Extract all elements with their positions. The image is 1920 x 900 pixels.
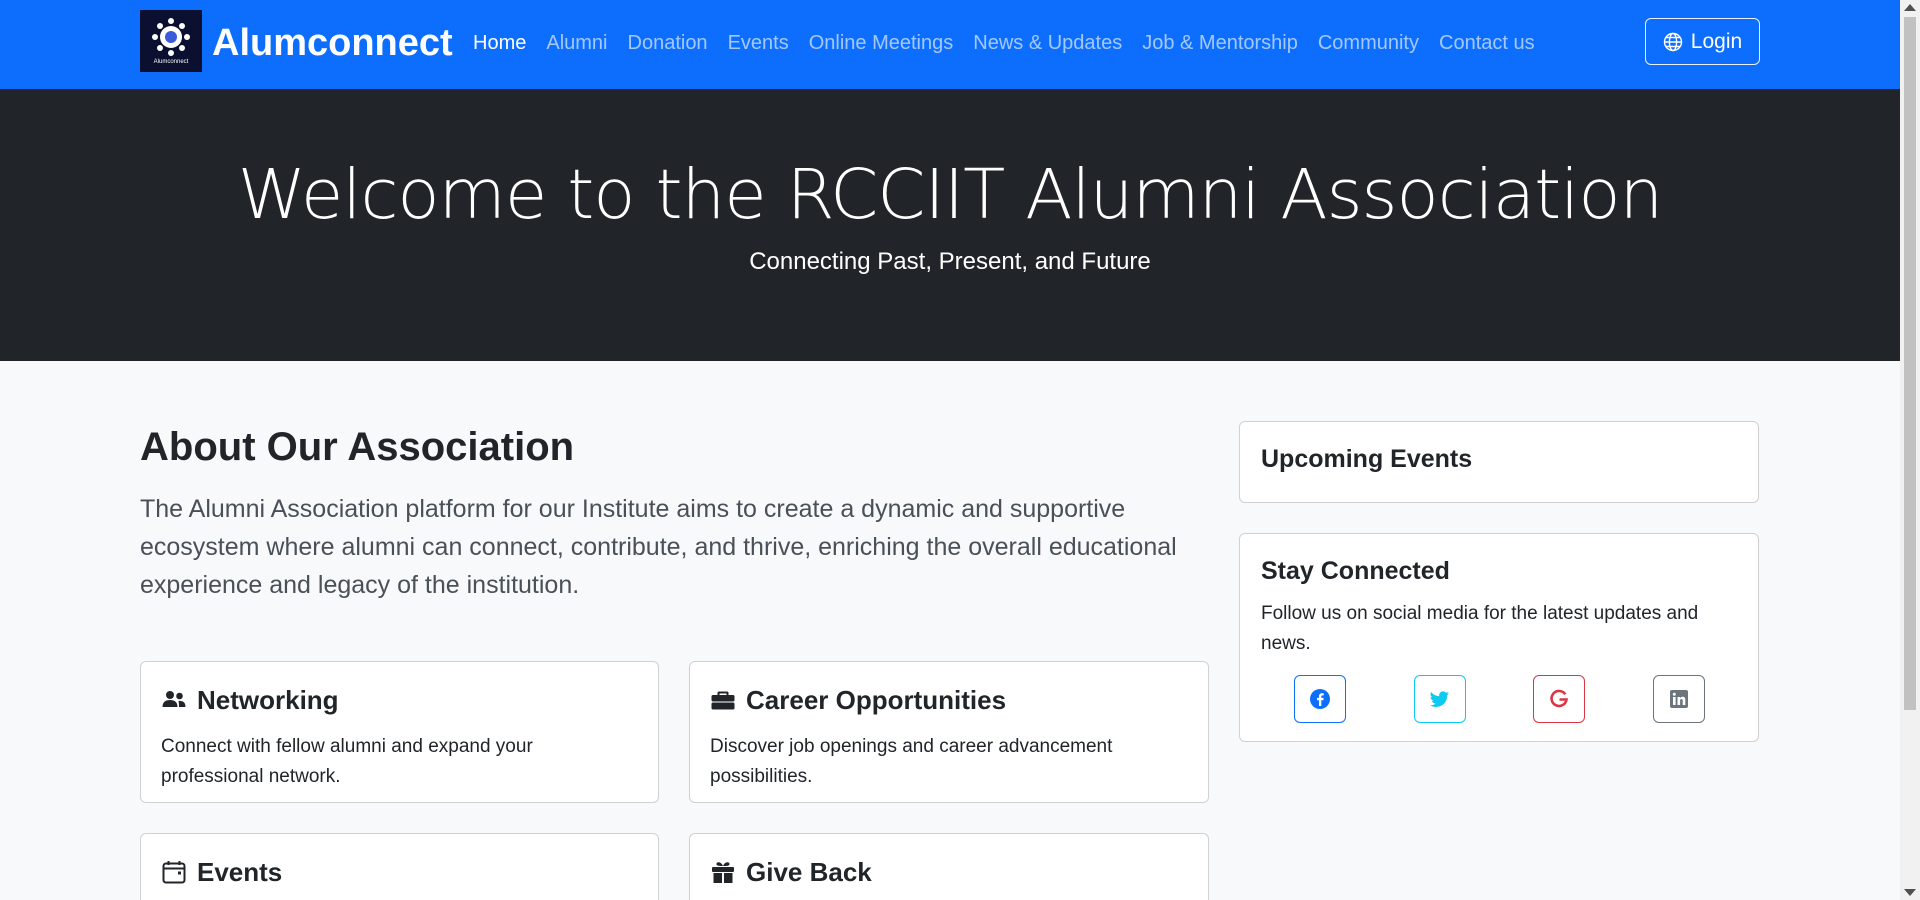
navbar: Alumconnect Alumconnect Home Alumni Dona… (0, 0, 1900, 89)
feature-card-events: Events (140, 833, 659, 900)
page-scrollbar[interactable] (1900, 0, 1920, 900)
login-label: Login (1690, 29, 1743, 53)
google-button[interactable] (1533, 675, 1585, 723)
feature-text: Connect with fellow alumni and expand yo… (161, 736, 533, 787)
nav-link-contact-us[interactable]: Contact us (1439, 28, 1535, 58)
feature-title: Give Back (746, 857, 872, 887)
linkedin-button[interactable] (1653, 675, 1705, 723)
about-text: The Alumni Association platform for our … (140, 495, 1177, 599)
nav-links: Home Alumni Donation Events Online Meeti… (473, 28, 1535, 58)
hero-title: Welcome to the RCCIIT Alumni Association (237, 155, 1664, 235)
logo-text: Alumconnect (153, 59, 189, 65)
google-icon (1550, 689, 1568, 708)
twitter-icon (1430, 691, 1449, 707)
nav-link-news-updates[interactable]: News & Updates (973, 28, 1122, 58)
scroll-down-arrow-icon[interactable] (1904, 889, 1916, 896)
hero-subtitle: Connecting Past, Present, and Future (749, 248, 1151, 275)
linkedin-icon (1670, 690, 1688, 708)
feature-card-networking: Networking Connect with fellow alumni an… (140, 661, 659, 803)
feature-card-career: Career Opportunities Discover job openin… (689, 661, 1209, 803)
people-icon (162, 691, 186, 707)
nav-link-job-mentorship[interactable]: Job & Mentorship (1142, 28, 1298, 58)
login-button[interactable]: Login (1645, 18, 1760, 65)
stay-connected-text: Follow us on social media for the latest… (1261, 603, 1699, 654)
stay-connected-card: Stay Connected Follow us on social media… (1239, 533, 1759, 742)
feature-title: Career Opportunities (746, 685, 1007, 715)
scroll-up-arrow-icon[interactable] (1904, 4, 1916, 11)
feature-card-give-back: Give Back (689, 833, 1209, 900)
brand-logo[interactable]: Alumconnect (140, 10, 202, 72)
facebook-icon (1310, 689, 1330, 709)
nav-link-community[interactable]: Community (1318, 28, 1419, 58)
nav-link-events[interactable]: Events (728, 28, 789, 58)
scrollbar-thumb[interactable] (1904, 17, 1916, 710)
facebook-button[interactable] (1294, 675, 1346, 723)
gift-icon (712, 862, 734, 883)
upcoming-events-title: Upcoming Events (1261, 445, 1473, 473)
nav-link-alumni[interactable]: Alumni (546, 28, 607, 58)
globe-icon (1663, 32, 1682, 51)
upcoming-events-card: Upcoming Events (1239, 421, 1759, 503)
brand-name[interactable]: Alumconnect (212, 20, 453, 66)
nav-link-home[interactable]: Home (473, 28, 526, 58)
briefcase-icon (711, 691, 735, 710)
about-title: About Our Association (140, 425, 575, 469)
feature-title: Networking (197, 685, 339, 715)
nav-link-online-meetings[interactable]: Online Meetings (809, 28, 954, 58)
twitter-button[interactable] (1414, 675, 1466, 723)
hero-banner: Welcome to the RCCIIT Alumni Association… (0, 89, 1900, 361)
stay-connected-title: Stay Connected (1261, 557, 1450, 585)
logo-emblem-icon (152, 18, 190, 56)
feature-title: Events (197, 857, 283, 887)
calendar-icon (162, 861, 186, 884)
feature-text: Discover job openings and career advance… (710, 736, 1113, 787)
nav-link-donation[interactable]: Donation (628, 28, 708, 58)
